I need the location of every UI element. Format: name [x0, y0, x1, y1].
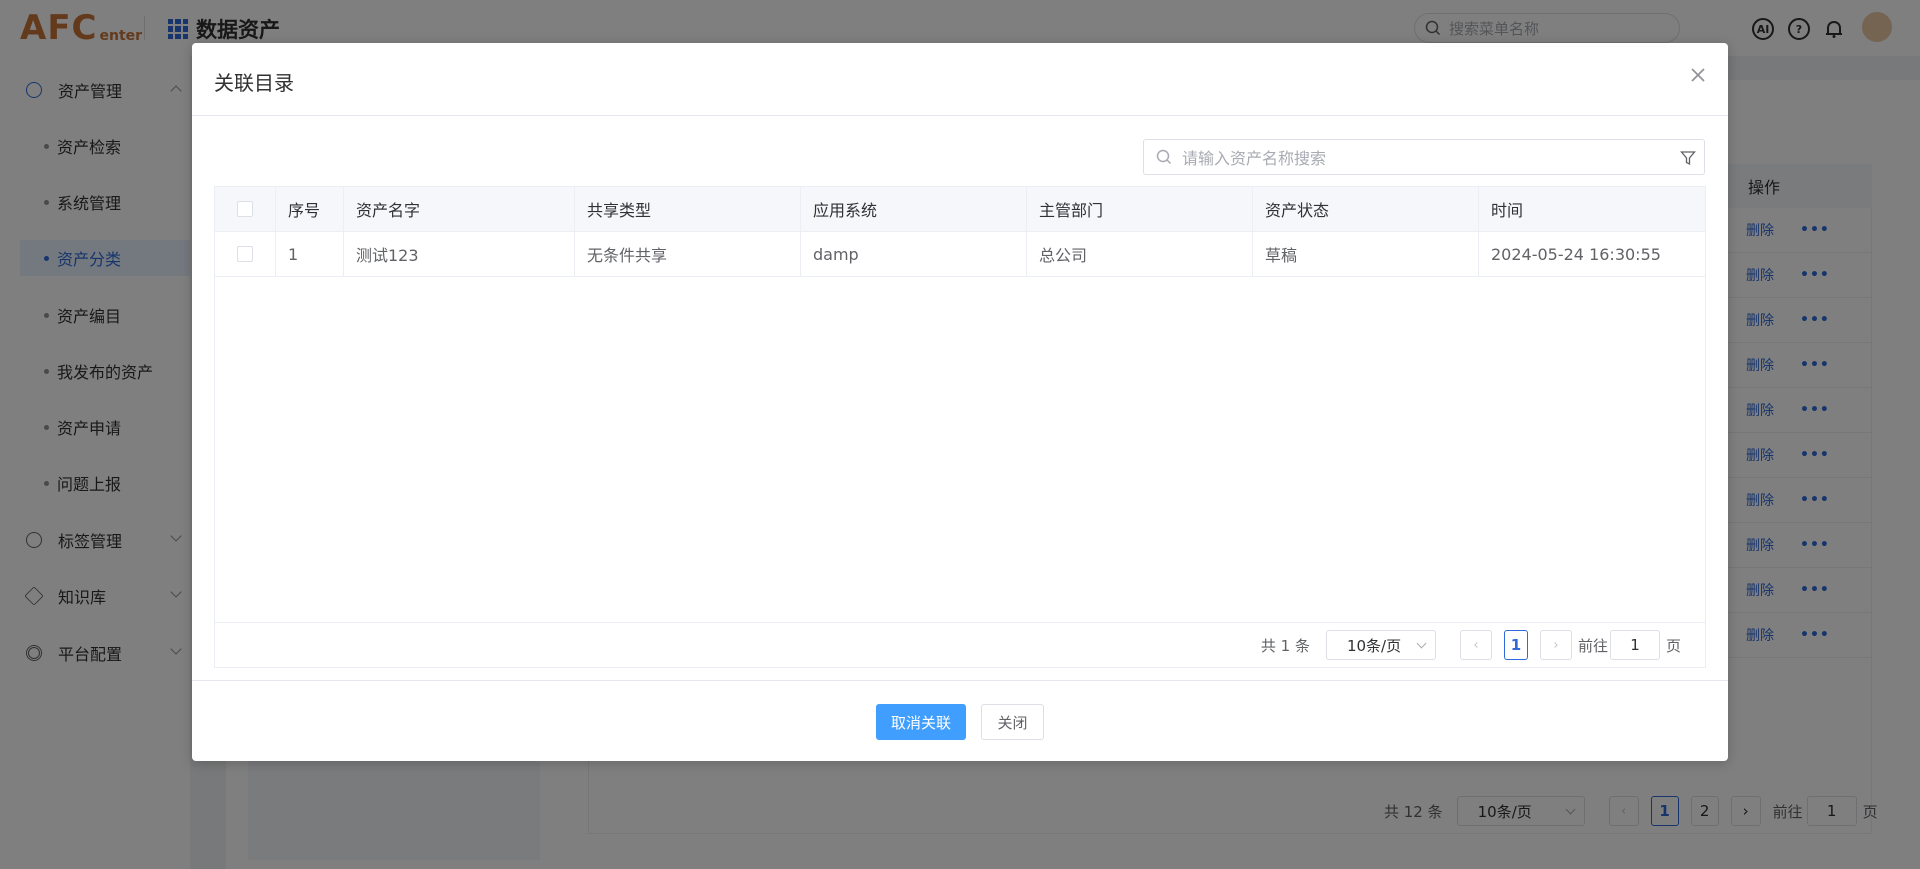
- dialog-pagination: 共 1 条 10条/页 ‹ 1 › 前往 1 页: [1261, 630, 1681, 660]
- header-checkbox-cell: [215, 187, 276, 231]
- column-header-index: 序号: [276, 187, 344, 231]
- page-size-select[interactable]: 10条/页: [1325, 630, 1436, 660]
- close-icon[interactable]: [1686, 63, 1710, 87]
- next-page-button[interactable]: ›: [1539, 630, 1572, 660]
- asset-name-search-input[interactable]: 请输入资产名称搜索: [1143, 139, 1705, 175]
- cell-share-type: 无条件共享: [575, 232, 801, 276]
- search-icon: [1156, 149, 1172, 165]
- page-unit: 页: [1665, 636, 1681, 655]
- column-header-department: 主管部门: [1027, 187, 1253, 231]
- table-footer: 共 1 条 10条/页 ‹ 1 › 前往 1 页: [215, 622, 1705, 667]
- catalog-table: 序号 资产名字 共享类型 应用系统 主管部门 资产状态 时间 1 测试123 无…: [214, 186, 1706, 668]
- filter-icon[interactable]: [1680, 150, 1696, 166]
- close-button[interactable]: 关闭: [981, 704, 1044, 740]
- column-header-name: 资产名字: [344, 187, 575, 231]
- goto-label: 前往: [1577, 636, 1608, 655]
- table-row[interactable]: 1 测试123 无条件共享 damp 总公司 草稿 2024-05-24 16:…: [215, 232, 1705, 277]
- cell-status: 草稿: [1253, 232, 1479, 276]
- goto-page-input[interactable]: 1: [1609, 630, 1660, 660]
- page-1-button[interactable]: 1: [1503, 630, 1528, 660]
- asset-search-placeholder: 请输入资产名称搜索: [1182, 149, 1327, 168]
- column-header-status: 资产状态: [1253, 187, 1479, 231]
- column-header-time: 时间: [1491, 201, 1524, 220]
- dialog-footer-divider: [192, 680, 1728, 681]
- pagination-total: 共 1 条: [1260, 636, 1310, 655]
- row-checkbox-cell: [215, 232, 276, 276]
- cell-index: 1: [276, 232, 344, 276]
- row-checkbox[interactable]: [237, 246, 253, 262]
- dialog-title: 关联目录: [214, 71, 294, 95]
- table-header-row: 序号 资产名字 共享类型 应用系统 主管部门 资产状态 时间: [215, 187, 1705, 232]
- cell-name: 测试123: [344, 232, 575, 276]
- chevron-down-icon: [1416, 638, 1427, 648]
- page-size-value: 10条/页: [1346, 636, 1402, 655]
- dialog-header: 关联目录: [192, 43, 1728, 116]
- link-catalog-dialog: 关联目录 请输入资产名称搜索 序号 资产名字 共享类型 应用系统 主管部门 资产…: [192, 43, 1728, 761]
- unlink-button[interactable]: 取消关联: [876, 704, 966, 740]
- cell-system: damp: [801, 232, 1027, 276]
- column-header-system: 应用系统: [801, 187, 1027, 231]
- cell-time: 2024-05-24 16:30:55: [1491, 244, 1661, 264]
- column-header-share-type: 共享类型: [575, 187, 801, 231]
- select-all-checkbox[interactable]: [237, 201, 253, 217]
- prev-page-button[interactable]: ‹: [1459, 630, 1492, 660]
- cell-department: 总公司: [1027, 232, 1253, 276]
